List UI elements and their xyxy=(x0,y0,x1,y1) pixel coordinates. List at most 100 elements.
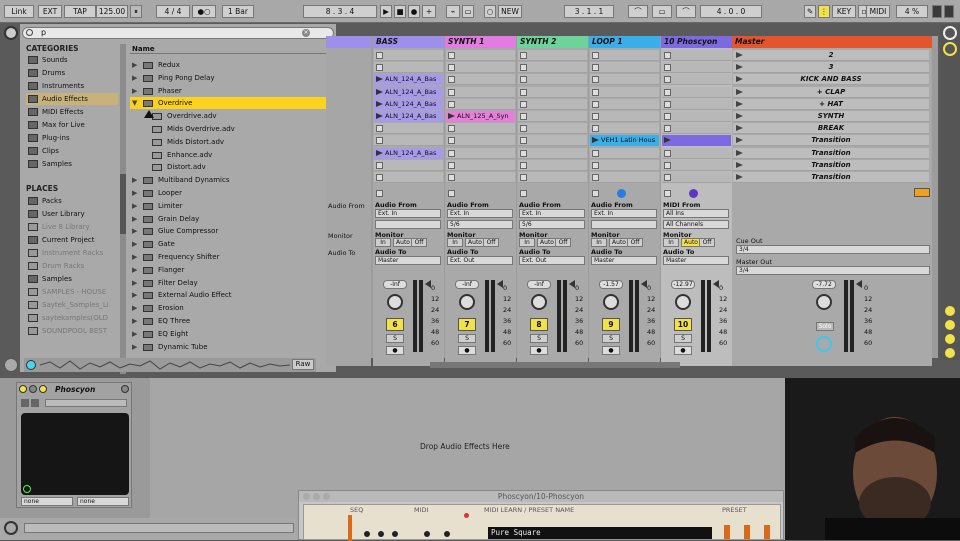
device-activator-icon[interactable] xyxy=(19,385,27,393)
clip-stop-icon[interactable] xyxy=(520,125,527,133)
track-stop-icon[interactable] xyxy=(520,190,527,197)
clip-slot-empty[interactable] xyxy=(446,50,515,61)
clip-stop-icon[interactable] xyxy=(448,161,455,169)
pan-knob[interactable] xyxy=(675,294,691,310)
name-column-header[interactable]: Name xyxy=(130,44,334,54)
clip-stop-icon[interactable] xyxy=(592,76,599,84)
pan-knob[interactable] xyxy=(531,294,547,310)
clip-launch-icon[interactable] xyxy=(376,76,383,83)
clip-stop-icon[interactable] xyxy=(448,100,455,108)
device-folder-item[interactable]: ▶ EQ Three xyxy=(130,315,326,327)
clip-launch-icon[interactable] xyxy=(376,149,383,156)
clip-slot-filled[interactable]: ALN_124_A_Bas xyxy=(374,86,443,98)
clip-slot-empty[interactable] xyxy=(590,62,659,74)
device-wrench-icon[interactable] xyxy=(39,385,47,393)
place-item[interactable]: Instrument Racks xyxy=(26,247,118,259)
solo-button[interactable]: S xyxy=(458,334,476,343)
arm-button[interactable]: ● xyxy=(674,346,692,355)
input-channel-select[interactable]: 5/6 xyxy=(519,220,585,229)
clip-stop-icon[interactable] xyxy=(448,137,455,145)
solo-button[interactable]: S xyxy=(530,334,548,343)
track-activator-button[interactable]: 10 xyxy=(674,318,692,331)
clip-slot-filled[interactable]: ALN_124_A_Bas xyxy=(374,147,443,159)
clip-stop-icon[interactable] xyxy=(520,174,527,181)
monitor-auto-button[interactable]: Auto xyxy=(393,238,413,247)
place-item[interactable]: Current Project xyxy=(26,234,118,246)
monitor-auto-button[interactable]: Auto xyxy=(465,238,485,247)
browser-toggle-icon[interactable] xyxy=(4,26,18,40)
clip-stop-icon[interactable] xyxy=(448,125,455,133)
device-folder-item[interactable]: ▶ External Audio Effect xyxy=(130,289,326,301)
preset-file-item[interactable]: Distort.adv xyxy=(130,161,326,173)
track-title[interactable]: SYNTH 2 xyxy=(517,36,588,48)
monitor-in-button[interactable]: In xyxy=(663,238,679,247)
clip-launch-icon[interactable] xyxy=(376,88,383,95)
overdub-icon[interactable]: + xyxy=(422,5,436,18)
place-item[interactable]: SAMPLES - HOUSE xyxy=(26,286,118,298)
session-horizontal-scrollbar[interactable] xyxy=(430,362,680,368)
quantize-menu[interactable]: 1 Bar xyxy=(222,5,254,18)
seq-slider-icon[interactable] xyxy=(348,515,352,541)
clip-stop-icon[interactable] xyxy=(592,161,599,169)
clip-slot-empty[interactable] xyxy=(446,74,515,86)
scene-launch-button[interactable]: Transition xyxy=(733,159,929,171)
clip-slot-empty[interactable] xyxy=(446,98,515,110)
solo-button[interactable]: S xyxy=(674,334,692,343)
clip-launch-icon[interactable] xyxy=(592,137,599,144)
solo-button[interactable]: S xyxy=(602,334,620,343)
clip-stop-icon[interactable] xyxy=(448,52,455,59)
input-type-select[interactable]: Ext. In xyxy=(519,209,585,218)
clip-slot-empty[interactable] xyxy=(590,74,659,86)
preset-file-item[interactable]: Overdrive.adv xyxy=(130,110,326,122)
clip-slot-empty[interactable] xyxy=(446,135,515,147)
session-record-icon[interactable]: ▭ xyxy=(462,5,474,18)
device-folder-item[interactable]: ▶ Limiter xyxy=(130,200,326,212)
clip-slot-filled[interactable]: ALN_125_A_Syn xyxy=(446,111,515,122)
device-folder-item[interactable]: ▶ Filter Delay xyxy=(130,277,326,289)
scene-play-icon[interactable] xyxy=(736,88,743,95)
track-stop-icon[interactable] xyxy=(664,190,671,197)
clip-slot-empty[interactable] xyxy=(662,62,731,74)
clip-stop-icon[interactable] xyxy=(376,137,383,145)
zoom-window-icon[interactable] xyxy=(323,493,330,500)
category-audio-effects[interactable]: Audio Effects xyxy=(26,93,118,105)
clip-slot-empty[interactable] xyxy=(590,159,659,171)
monitor-in-button[interactable]: In xyxy=(447,238,463,247)
output-select[interactable]: Ext. Out xyxy=(519,256,585,265)
expand-arrow-icon[interactable]: ▶ xyxy=(132,251,137,263)
device-fold-icon[interactable] xyxy=(29,385,37,393)
plugin-edit-icon[interactable] xyxy=(21,399,29,407)
clip-stop-icon[interactable] xyxy=(448,88,455,96)
preview-play-icon[interactable] xyxy=(26,360,36,370)
hot-swap-icon[interactable] xyxy=(4,358,18,372)
category-instruments[interactable]: Instruments xyxy=(26,80,118,92)
clip-stop-icon[interactable] xyxy=(520,137,527,145)
preset-file-item[interactable]: Mids Distort.adv xyxy=(130,136,326,148)
master-volume-field[interactable]: -7.72 xyxy=(812,280,836,289)
draw-mode-icon[interactable]: ✎ xyxy=(804,5,816,18)
clip-stop-icon[interactable] xyxy=(592,149,599,157)
search-input[interactable]: p xyxy=(22,27,334,39)
song-position-field[interactable]: 8 . 3 . 4 xyxy=(303,5,377,18)
clip-slot-empty[interactable] xyxy=(446,62,515,74)
place-item[interactable]: SOUNDPOOL BEST xyxy=(26,325,118,337)
clip-stop-icon[interactable] xyxy=(592,88,599,96)
device-folder-item[interactable]: ▶ Dynamic Tube xyxy=(130,341,326,353)
clip-slot-empty[interactable] xyxy=(518,62,587,74)
scene-play-icon[interactable] xyxy=(736,149,743,156)
clip-launch-icon[interactable] xyxy=(448,113,455,119)
input-channel-select[interactable] xyxy=(375,220,441,229)
clip-stop-icon[interactable] xyxy=(448,174,455,181)
expand-arrow-icon[interactable]: ▶ xyxy=(132,200,137,212)
expand-arrow-icon[interactable]: ▶ xyxy=(132,315,137,327)
monitor-in-button[interactable]: In xyxy=(375,238,391,247)
device-folder-item[interactable]: ▶ Glue Compressor xyxy=(130,225,326,237)
input-channel-select[interactable]: All Channels xyxy=(663,220,729,229)
x-assign-select[interactable]: none xyxy=(21,497,73,506)
clip-stop-icon[interactable] xyxy=(376,174,383,181)
place-item[interactable]: saytekamples(OLD xyxy=(26,312,118,324)
time-signature-field[interactable]: 4 / 4 xyxy=(156,5,190,18)
place-item[interactable]: Saytek_Samples_Li xyxy=(26,299,118,311)
clip-slot-empty[interactable] xyxy=(374,50,443,61)
raw-toggle[interactable]: Raw xyxy=(292,359,314,370)
